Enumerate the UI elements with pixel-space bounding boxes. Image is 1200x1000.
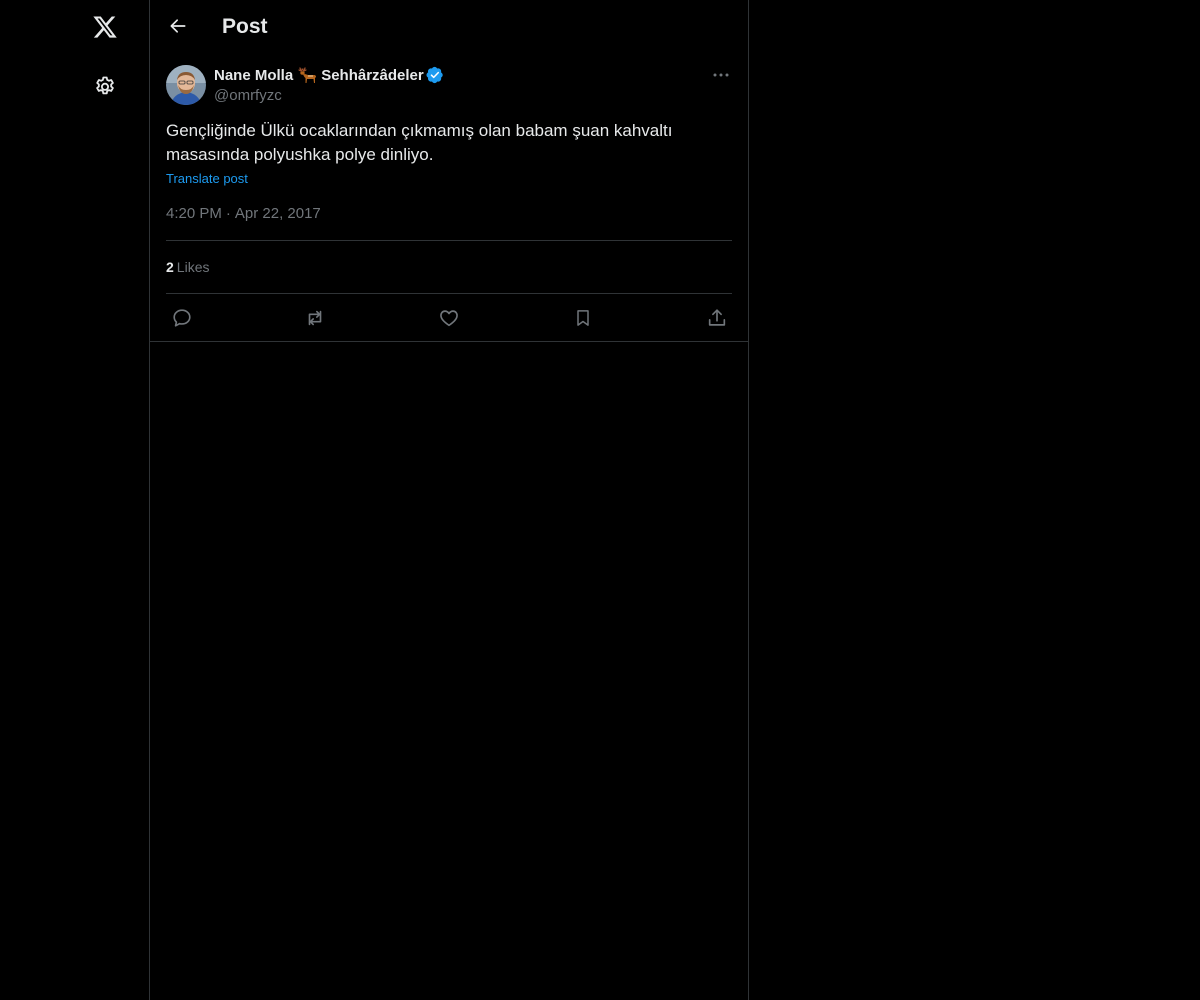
- post-actions-bar: [166, 304, 732, 332]
- post-timestamp[interactable]: 4:20 PM · Apr 22, 2017: [166, 205, 321, 222]
- deer-emoji-icon: [298, 67, 317, 83]
- bookmark-icon: [577, 310, 589, 326]
- post-text: Gençliğinde Ülkü ocaklarından çıkmamış o…: [166, 121, 673, 164]
- display-name-second[interactable]: Sehhârzâdeler: [321, 67, 424, 84]
- post-date: Apr 22, 2017: [234, 205, 321, 222]
- likes-stat[interactable]: 2 Likes: [166, 259, 209, 275]
- avatar-image: [166, 65, 206, 105]
- app-root: Post Nane Molla Sehhârzâdeler @omrfyzc G…: [0, 0, 1200, 1000]
- page-header: Post: [150, 0, 748, 53]
- share-icon: [708, 309, 726, 326]
- heart-icon: [440, 310, 458, 327]
- back-button[interactable]: [160, 8, 196, 44]
- bookmark-button[interactable]: [567, 304, 599, 332]
- more-options-button[interactable]: [710, 64, 732, 86]
- display-name-first[interactable]: Nane Molla: [214, 67, 293, 84]
- likes-count: 2: [166, 259, 174, 275]
- avatar[interactable]: [166, 65, 206, 105]
- author-handle[interactable]: @omrfyzc: [214, 87, 282, 104]
- arrow-left-icon: [170, 19, 186, 33]
- verified-badge-icon: [426, 66, 443, 84]
- like-button[interactable]: [433, 304, 465, 332]
- settings-button[interactable]: [85, 67, 125, 107]
- translate-post-link[interactable]: Translate post: [166, 171, 248, 186]
- divider: [166, 293, 732, 294]
- meta-separator: ·: [225, 205, 231, 222]
- post-bottom-border: [150, 341, 748, 342]
- main-column: Post Nane Molla Sehhârzâdeler @omrfyzc G…: [149, 0, 749, 1000]
- more-horizontal-icon: [713, 73, 729, 77]
- author-name-row: Nane Molla Sehhârzâdeler: [214, 65, 444, 85]
- share-button[interactable]: [701, 304, 733, 332]
- gear-icon: [96, 76, 114, 95]
- reply-icon: [173, 309, 191, 327]
- reply-button[interactable]: [166, 304, 198, 332]
- repost-button[interactable]: [299, 304, 331, 332]
- x-logo-button[interactable]: [85, 7, 125, 47]
- post-time: 4:20 PM: [166, 205, 222, 222]
- page-title: Post: [222, 15, 268, 38]
- divider: [166, 240, 732, 241]
- left-nav: [0, 0, 149, 1000]
- x-logo-icon: [93, 16, 117, 38]
- repost-icon: [308, 310, 322, 326]
- likes-label: Likes: [176, 259, 210, 275]
